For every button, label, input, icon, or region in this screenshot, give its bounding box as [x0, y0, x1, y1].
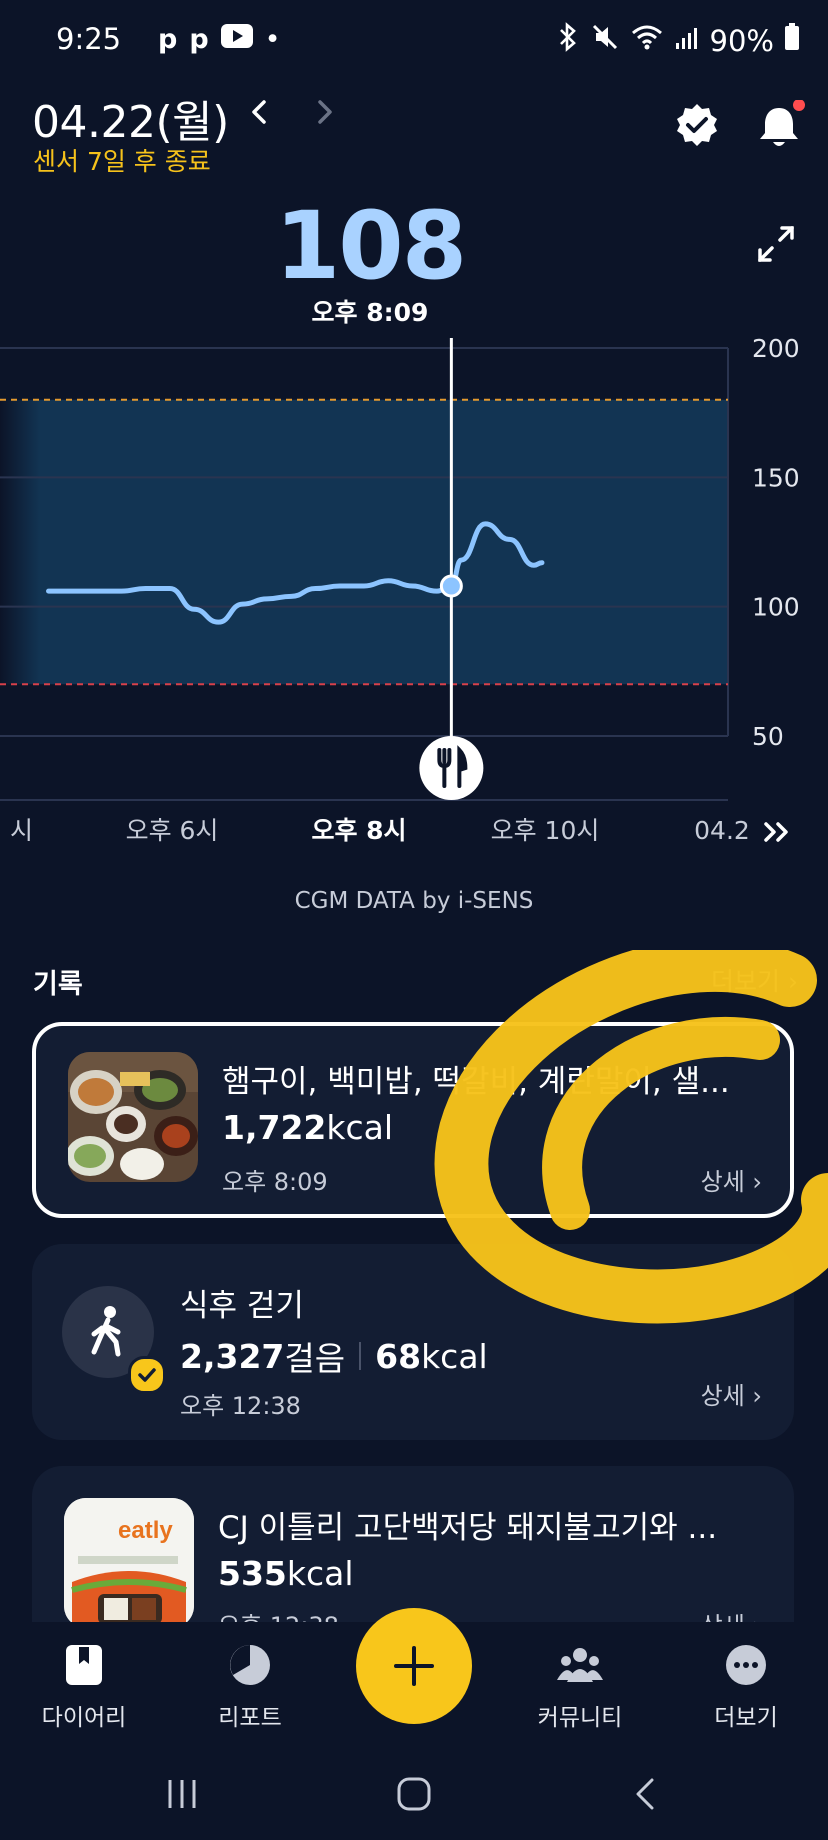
home-icon [397, 1777, 431, 1811]
bell-icon [760, 99, 805, 146]
battery-icon [784, 23, 800, 58]
nav-diary-label: 다이어리 [41, 1705, 127, 1731]
nav-community[interactable]: 커뮤니티 [510, 1642, 650, 1732]
x-tick-label: 오후 8시 [311, 816, 406, 845]
y-tick-label: 100 [752, 593, 800, 622]
bluetooth-icon [556, 22, 580, 59]
x-tick-label: 오후 6시 [126, 816, 219, 845]
y-tick-label: 50 [752, 722, 784, 751]
system-nav-bar [0, 1748, 828, 1840]
record-kcal-unit: kcal [326, 1108, 394, 1147]
record-kcal: 1,722kcal [222, 1108, 393, 1147]
glucose-chart[interactable]: 200 150 100 50 시 오후 6시 오후 8시 오후 10시 04.2 [0, 330, 828, 850]
meal-marker [419, 736, 484, 800]
chart-scroll-forward-button[interactable] [758, 812, 808, 852]
x-tick-label: 04.2 [694, 816, 750, 845]
status-right-icons: 90% [556, 22, 800, 59]
current-point [439, 574, 463, 598]
back-icon [636, 1778, 654, 1810]
x-tick-label: 오후 10시 [491, 816, 600, 845]
record-steps-unit: 걸음 [284, 1339, 346, 1378]
dot-icon: • [264, 24, 281, 55]
chart-fade [0, 348, 40, 736]
nav-report-label: 리포트 [218, 1705, 282, 1731]
cgm-brand-text: CGM DATA by i-SENS [294, 888, 534, 914]
prev-day-button[interactable] [240, 92, 280, 132]
meal-photo [68, 1052, 198, 1182]
more-dots-icon [723, 1642, 769, 1688]
mute-icon [590, 22, 620, 59]
notification-button[interactable] [752, 99, 805, 150]
chevron-left-icon [252, 100, 266, 124]
product-photo: eatly [64, 1498, 194, 1628]
record-kcal-unit: kcal [286, 1554, 354, 1593]
verified-badge-icon [677, 104, 717, 146]
nav-more-label: 더보기 [714, 1705, 778, 1731]
notification-p-icon-2: p [189, 24, 209, 55]
y-tick-label: 150 [752, 463, 800, 492]
youtube-icon [220, 24, 253, 55]
product-brand-text: eatly [118, 1517, 173, 1544]
recent-apps-button[interactable] [166, 1776, 198, 1816]
record-time: 오후 8:09 [222, 1168, 328, 1196]
record-kcal-number: 68 [375, 1336, 422, 1376]
glucose-value: 108 [274, 192, 467, 301]
battery-percent: 90% [709, 23, 774, 58]
nav-report[interactable]: 리포트 [180, 1642, 320, 1732]
status-time: 9:25 [56, 22, 122, 56]
report-pie-icon [227, 1642, 273, 1688]
yellow-scribble-annotation [434, 950, 828, 1324]
notification-p-icon: p [158, 24, 178, 55]
recent-apps-icon [168, 1780, 196, 1808]
nav-diary[interactable]: 다이어리 [14, 1642, 154, 1732]
community-icon [557, 1642, 603, 1688]
date-title[interactable]: 04.22(월) [32, 86, 229, 150]
sensor-notice: 센서 7일 후 종료 [33, 147, 211, 176]
next-day-button[interactable] [304, 92, 344, 132]
record-kcal: 535kcal [218, 1554, 354, 1593]
home-button[interactable] [396, 1776, 432, 1816]
add-record-button[interactable] [356, 1608, 472, 1724]
expand-icon [758, 226, 794, 262]
y-tick-label: 200 [752, 334, 800, 363]
chevron-right-icon [318, 100, 332, 124]
diary-icon [61, 1642, 107, 1688]
signal-icon [674, 24, 700, 58]
record-title: CJ 이틀리 고단백저당 돼지불고기와 ... [218, 1510, 718, 1546]
plus-icon [394, 1646, 434, 1686]
record-kcal-number: 535 [218, 1554, 287, 1593]
wifi-icon [630, 23, 664, 58]
record-steps-number: 2,327 [180, 1336, 285, 1376]
expand-chart-button[interactable] [754, 222, 798, 266]
nav-community-label: 커뮤니티 [537, 1705, 623, 1731]
double-chevron-right-icon [764, 822, 788, 842]
status-bar: 9:25 p p • 90% [0, 0, 828, 80]
record-time: 오후 12:38 [180, 1392, 301, 1420]
divider [359, 1342, 362, 1370]
back-button[interactable] [632, 1776, 660, 1816]
glucose-time: 오후 8:09 [311, 298, 429, 327]
check-badge-icon [128, 1356, 166, 1394]
record-kcal-number: 1,722 [222, 1108, 327, 1147]
nav-more[interactable]: 더보기 [676, 1642, 816, 1732]
target-range-band [0, 399, 728, 685]
verified-badge-button[interactable] [672, 100, 722, 150]
records-title: 기록 [33, 969, 83, 1000]
x-tick-label: 시 [10, 816, 33, 845]
status-left-icons: p p • [158, 24, 281, 55]
